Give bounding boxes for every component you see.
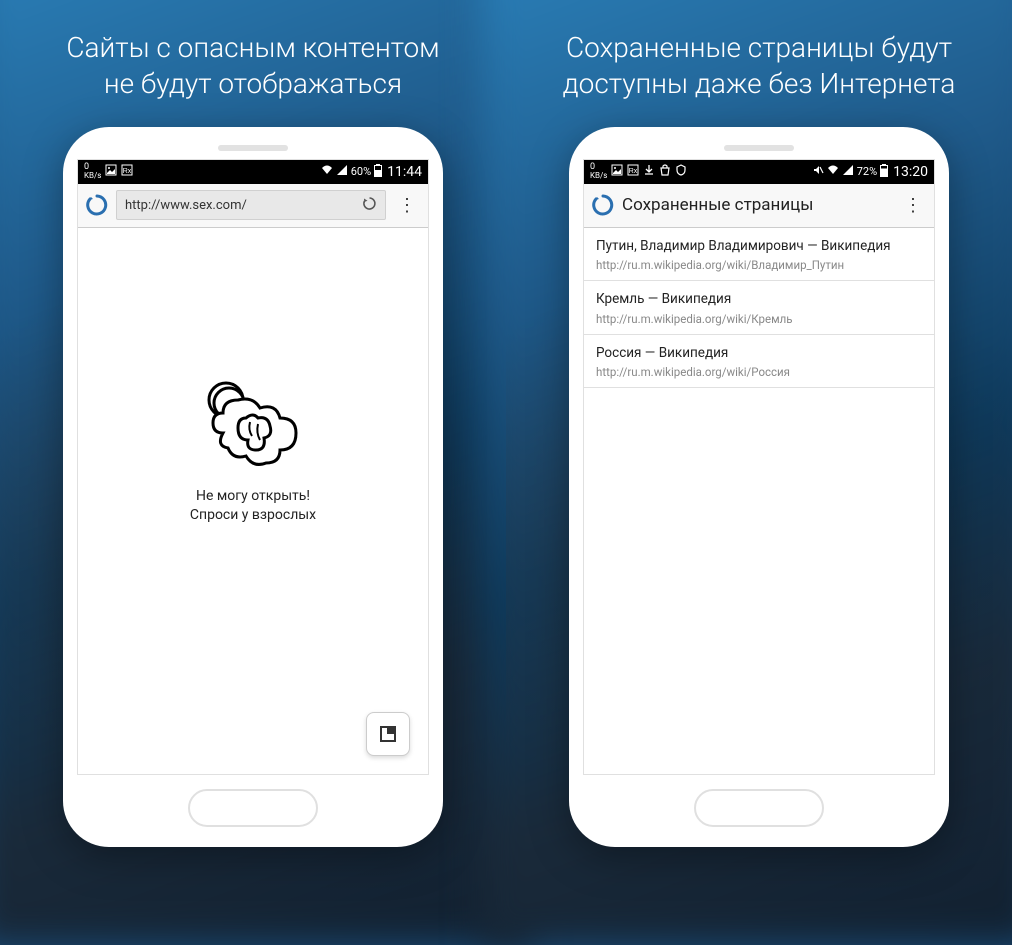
phone-mockup-left: 0 KB/s Rx [63, 127, 443, 847]
phone-home-button [694, 789, 824, 826]
url-input[interactable]: http://www.sex.com/ [116, 190, 386, 220]
blocked-message: Не могу открыть! Спроси у взрослых [190, 487, 316, 525]
right-headline: Сохраненные страницы будут доступны даже… [563, 30, 956, 103]
headline-line2: не будут отображаться [104, 67, 402, 100]
new-tab-button[interactable] [366, 712, 410, 756]
list-item[interactable]: Россия — Википедия http://ru.m.wikipedia… [584, 335, 934, 389]
shield-icon [675, 164, 687, 179]
image-icon [105, 164, 117, 179]
svg-text:Rx: Rx [629, 168, 638, 175]
clock: 11:44 [387, 164, 422, 180]
url-text: http://www.sex.com/ [125, 198, 362, 213]
phone-speaker [724, 145, 794, 151]
saved-pages-content: Путин, Владимир Владимирович — Википедия… [584, 228, 934, 775]
signal-icon [842, 164, 854, 179]
statusbar: 0 KB/s Rx [78, 160, 428, 184]
battery-icon [880, 164, 888, 180]
signal-icon [336, 164, 348, 179]
wifi-icon [321, 164, 333, 179]
nfc-icon: Rx [627, 164, 639, 179]
overflow-menu-icon[interactable]: ⋮ [394, 195, 420, 216]
saved-url: http://ru.m.wikipedia.org/wiki/Владимир_… [596, 258, 922, 272]
saved-pages-toolbar: Сохраненные страницы ⋮ [584, 184, 934, 228]
battery-percent: 72% [857, 165, 877, 178]
battery-icon [374, 164, 382, 180]
overflow-menu-icon[interactable]: ⋮ [900, 195, 926, 216]
saved-title: Путин, Владимир Владимирович — Википедия [596, 238, 922, 256]
blocked-line2: Спроси у взрослых [190, 507, 316, 523]
headline-line1: Сохраненные страницы будут [566, 31, 952, 64]
left-panel: Сайты с опасным контентом не будут отобр… [0, 0, 506, 900]
phone-speaker [218, 145, 288, 151]
phone-screen-left: 0 KB/s Rx [77, 159, 429, 776]
phone-mockup-right: 0 KB/s Rx [569, 127, 949, 847]
list-item[interactable]: Путин, Владимир Владимирович — Википедия… [584, 228, 934, 282]
clock: 13:20 [893, 164, 928, 180]
app-logo-icon [86, 194, 108, 216]
svg-text:Rx: Rx [123, 168, 132, 175]
statusbar: 0 KB/s Rx [584, 160, 934, 184]
phone-home-button [188, 789, 318, 826]
saved-pages-list: Путин, Владимир Владимирович — Википедия… [584, 228, 934, 389]
saved-url: http://ru.m.wikipedia.org/wiki/Россия [596, 365, 922, 379]
wifi-icon [827, 164, 839, 179]
store-icon [659, 164, 671, 179]
download-icon [643, 164, 655, 179]
page-content: Не могу открыть! Спроси у взрослых [78, 228, 428, 775]
cloud-lock-illustration [198, 378, 308, 473]
blocked-line1: Не могу открыть! [196, 488, 310, 504]
saved-title: Россия — Википедия [596, 345, 922, 363]
left-headline: Сайты с опасным контентом не будут отобр… [66, 30, 439, 103]
data-speed-indicator: 0 KB/s [84, 163, 101, 180]
list-item[interactable]: Кремль — Википедия http://ru.m.wikipedia… [584, 281, 934, 335]
app-logo-icon [592, 194, 614, 216]
browser-toolbar: http://www.sex.com/ ⋮ [78, 184, 428, 228]
blocked-page: Не могу открыть! Спроси у взрослых [78, 228, 428, 775]
mute-icon [812, 164, 824, 179]
headline-line2: доступны даже без Интернета [563, 67, 956, 100]
saved-title: Кремль — Википедия [596, 291, 922, 309]
image-icon [611, 164, 623, 179]
battery-percent: 60% [351, 165, 371, 178]
headline-line1: Сайты с опасным контентом [66, 31, 439, 64]
right-panel: Сохраненные страницы будут доступны даже… [506, 0, 1012, 900]
toolbar-title: Сохраненные страницы [622, 195, 892, 215]
data-speed-indicator: 0 KB/s [590, 163, 607, 180]
nfc-icon: Rx [121, 164, 133, 179]
saved-url: http://ru.m.wikipedia.org/wiki/Кремль [596, 312, 922, 326]
new-tab-icon [379, 725, 397, 743]
phone-screen-right: 0 KB/s Rx [583, 159, 935, 776]
reload-icon[interactable] [362, 196, 377, 215]
